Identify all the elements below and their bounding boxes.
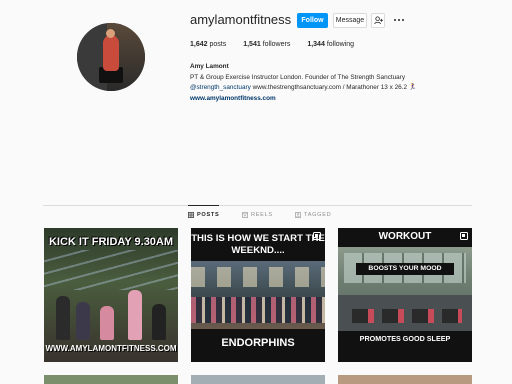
post-image-people xyxy=(54,280,174,340)
following-label: following xyxy=(326,41,355,48)
post-image-figure xyxy=(128,290,142,340)
post-image-figure xyxy=(56,296,70,340)
post-image-scene xyxy=(338,247,472,331)
dot-icon xyxy=(393,18,396,22)
tab-reels[interactable]: REELS xyxy=(242,212,273,218)
post-image-figure xyxy=(152,304,166,340)
follow-button[interactable]: Follow xyxy=(297,13,328,28)
avatar-figure xyxy=(103,35,119,71)
posts-stat: 1,642 posts xyxy=(190,41,226,48)
post-caption-bottom: PROMOTES GOOD SLEEP xyxy=(359,334,451,343)
dot-icon xyxy=(397,18,401,22)
post-image-people xyxy=(191,297,325,323)
tab-tagged-label: TAGGED xyxy=(304,212,332,218)
grid-icon xyxy=(188,212,194,218)
profile-website-link[interactable]: www.amylamontfitness.com xyxy=(190,94,417,105)
suggested-accounts-button[interactable] xyxy=(371,13,385,28)
post-caption-top: THIS IS HOW WE START THE WEEKND.... xyxy=(191,233,325,256)
tab-posts[interactable]: POSTS xyxy=(188,205,220,218)
bio-line-2-text: www.thestrengthsanctuary.com / Marathone… xyxy=(250,84,417,91)
post-thumbnail[interactable]: THIS IS HOW WE START THE WEEKND.... ENDO… xyxy=(191,228,325,362)
post-caption-bottom: ENDORPHINS xyxy=(221,337,295,349)
post-thumbnail[interactable]: KICK IT FRIDAY 9.30AM WWW.AMYLAMONTFITNE… xyxy=(44,228,178,362)
bio-line-2: @strength_sanctuary www.thestrengthsanct… xyxy=(190,83,417,94)
message-button[interactable]: Message xyxy=(333,13,367,28)
post-thumbnail[interactable] xyxy=(44,375,178,384)
tab-reels-label: REELS xyxy=(251,212,273,218)
post-caption-top: WORKOUT xyxy=(378,231,432,242)
profile-username: amylamontfitness xyxy=(190,12,292,27)
more-options-button[interactable] xyxy=(393,15,405,25)
post-image-figure xyxy=(100,306,114,340)
carousel-icon xyxy=(460,232,468,240)
add-person-icon xyxy=(373,16,383,25)
followers-count: 1,541 xyxy=(243,41,261,48)
post-caption-bottom: WWW.AMYLAMONTFITNESS.COM xyxy=(45,344,177,353)
dot-icon xyxy=(402,18,405,22)
carousel-icon xyxy=(313,232,321,240)
following-stat[interactable]: 1,344 following xyxy=(307,41,354,48)
post-image-people xyxy=(352,309,462,323)
post-thumbnail[interactable] xyxy=(338,375,472,384)
followers-label: followers xyxy=(262,41,291,48)
post-label: BOOSTS YOUR MOOD xyxy=(356,263,454,275)
following-count: 1,344 xyxy=(307,41,325,48)
tabs-divider xyxy=(43,205,472,206)
post-image-lights xyxy=(191,267,325,287)
profile-full-name: Amy Lamont xyxy=(190,63,229,70)
profile-stats: 1,642 posts 1,541 followers 1,344 follow… xyxy=(190,41,371,48)
post-thumbnail[interactable]: WORKOUT BOOSTS YOUR MOOD PROMOTES GOOD S… xyxy=(338,228,472,362)
followers-stat[interactable]: 1,541 followers xyxy=(243,41,290,48)
post-image-scene xyxy=(191,261,325,329)
reels-icon xyxy=(242,212,248,218)
post-image-figure xyxy=(76,302,90,340)
profile-avatar[interactable] xyxy=(77,23,145,91)
posts-count: 1,642 xyxy=(190,41,208,48)
avatar-figure-head xyxy=(106,29,115,38)
bio-line-1: PT & Group Exercise Instructor London. F… xyxy=(190,73,406,81)
bio-mention-link[interactable]: @strength_sanctuary xyxy=(190,84,251,91)
post-thumbnail[interactable] xyxy=(191,375,325,384)
tagged-icon xyxy=(295,212,301,218)
tab-tagged[interactable]: TAGGED xyxy=(295,212,331,218)
posts-label: posts xyxy=(209,41,227,48)
tab-posts-label: POSTS xyxy=(197,212,220,218)
post-caption-top: KICK IT FRIDAY 9.30AM xyxy=(48,236,174,248)
profile-bio: Amy Lamont PT & Group Exercise Instructo… xyxy=(190,62,417,104)
